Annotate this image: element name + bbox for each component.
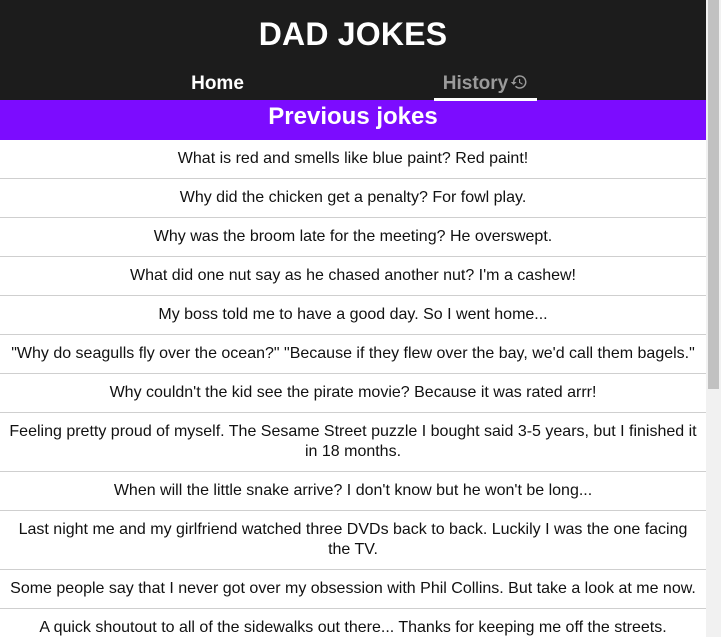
- joke-item: Feeling pretty proud of myself. The Sesa…: [0, 413, 706, 472]
- joke-item: Why couldn't the kid see the pirate movi…: [0, 374, 706, 413]
- joke-item: When will the little snake arrive? I don…: [0, 472, 706, 511]
- joke-item: My boss told me to have a good day. So I…: [0, 296, 706, 335]
- header: DAD JOKES Home History: [0, 0, 706, 101]
- scrollbar-thumb[interactable]: [708, 0, 719, 389]
- nav-tab-history[interactable]: History: [434, 70, 537, 101]
- app-window: DAD JOKES Home History Previous jokes Wh…: [0, 0, 721, 637]
- joke-item: Why did the chicken get a penalty? For f…: [0, 179, 706, 218]
- joke-item: What is red and smells like blue paint? …: [0, 140, 706, 179]
- joke-item: A quick shoutout to all of the sidewalks…: [0, 609, 706, 637]
- joke-item: Last night me and my girlfriend watched …: [0, 511, 706, 570]
- page: DAD JOKES Home History Previous jokes Wh…: [0, 0, 706, 637]
- history-icon: [510, 72, 528, 90]
- joke-item: Why was the broom late for the meeting? …: [0, 218, 706, 257]
- joke-item: Some people say that I never got over my…: [0, 570, 706, 609]
- joke-item: "Why do seagulls fly over the ocean?" "B…: [0, 335, 706, 374]
- vertical-scrollbar[interactable]: [706, 0, 721, 637]
- joke-item: What did one nut say as he chased anothe…: [0, 257, 706, 296]
- section-title: Previous jokes: [0, 100, 706, 140]
- app-title: DAD JOKES: [258, 16, 448, 52]
- nav-tab-home[interactable]: Home: [166, 70, 269, 101]
- jokes-list: What is red and smells like blue paint? …: [0, 140, 706, 637]
- nav-tab-home-label: Home: [191, 73, 244, 94]
- nav-tab-history-label: History: [442, 73, 509, 94]
